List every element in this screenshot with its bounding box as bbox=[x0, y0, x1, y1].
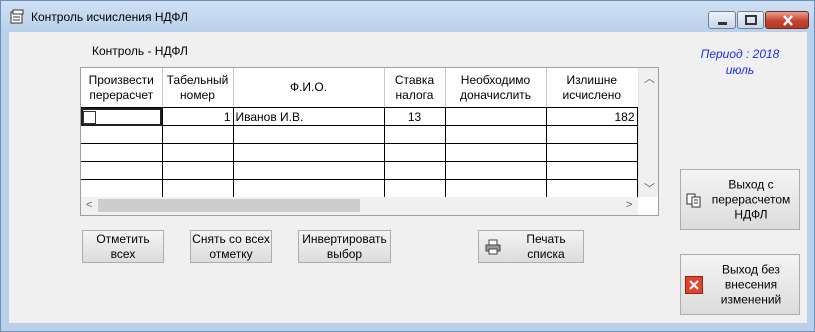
table-row[interactable]: 1 Иванов И.В. 13 182 bbox=[81, 107, 638, 126]
invert-label-1: Инвертировать bbox=[302, 231, 387, 246]
period-label: Период : 2018 июль bbox=[685, 46, 795, 78]
exit-no-changes-label-3: изменений bbox=[720, 292, 782, 306]
ndfl-grid[interactable]: Произвести перерасчет Табельный номер Ф.И.… bbox=[80, 67, 659, 216]
scroll-right-icon[interactable]: > bbox=[626, 199, 632, 211]
empty-cell[interactable] bbox=[162, 161, 234, 180]
maximize-button[interactable] bbox=[737, 11, 764, 29]
empty-cell[interactable] bbox=[233, 125, 385, 144]
empty-cell[interactable] bbox=[233, 143, 385, 162]
empty-cell[interactable] bbox=[81, 125, 163, 144]
exit-without-changes-button[interactable]: Выход без внесения изменений bbox=[680, 254, 800, 315]
excess-cell[interactable]: 182 bbox=[546, 107, 638, 126]
cancel-x-icon bbox=[685, 276, 703, 294]
empty-cell[interactable] bbox=[445, 125, 547, 144]
empty-cell[interactable] bbox=[445, 143, 547, 162]
rate-cell[interactable]: 13 bbox=[384, 107, 446, 126]
invert-label-2: выбор bbox=[326, 246, 363, 261]
column-header-excess[interactable]: Излишне исчислено bbox=[546, 68, 637, 108]
maximize-icon bbox=[745, 15, 757, 25]
empty-cell[interactable] bbox=[546, 125, 638, 144]
scroll-up-icon[interactable]: ︿ bbox=[644, 70, 655, 86]
printer-icon bbox=[485, 239, 501, 255]
column-header-recalc[interactable]: Произвести перерасчет bbox=[81, 68, 163, 108]
empty-cell[interactable] bbox=[162, 143, 234, 162]
empty-cell[interactable] bbox=[162, 125, 234, 144]
empty-cell[interactable] bbox=[384, 143, 446, 162]
vertical-scrollbar[interactable]: ︿ ﹀ bbox=[638, 68, 658, 197]
empty-cell[interactable] bbox=[445, 161, 547, 180]
tab-number-cell[interactable]: 1 bbox=[162, 107, 234, 126]
empty-cell[interactable] bbox=[81, 179, 163, 198]
client-area: Контроль - НДФЛ Период : 2018 июль Произ… bbox=[9, 32, 807, 323]
exit-no-changes-label-2: внесения bbox=[724, 277, 778, 291]
empty-cell[interactable] bbox=[233, 161, 385, 180]
close-button[interactable] bbox=[765, 11, 809, 29]
table-header-row: Произвести перерасчет Табельный номер Ф.И.… bbox=[81, 68, 637, 108]
select-all-button[interactable]: Отметить всех bbox=[82, 230, 164, 263]
fio-cell[interactable]: Иванов И.В. bbox=[233, 107, 385, 126]
horizontal-scrollbar[interactable]: < > bbox=[81, 197, 638, 215]
period-month: июль bbox=[725, 63, 755, 77]
scroll-left-icon[interactable]: < bbox=[86, 199, 92, 211]
recalc-checkbox[interactable] bbox=[83, 110, 96, 124]
exit-recalc-label-3: НДФЛ bbox=[734, 207, 768, 221]
column-header-need-add[interactable]: Необходимо доначислить bbox=[445, 68, 547, 108]
exit-with-recalc-button[interactable]: Выход с перерасчетом НДФЛ bbox=[680, 169, 800, 230]
empty-cell[interactable] bbox=[81, 161, 163, 180]
empty-cell[interactable] bbox=[162, 179, 234, 198]
empty-cell[interactable] bbox=[384, 161, 446, 180]
print-list-button[interactable]: Печать списка bbox=[478, 230, 584, 263]
empty-cell[interactable] bbox=[81, 143, 163, 162]
empty-cell[interactable] bbox=[233, 179, 385, 198]
select-all-label-1: Отметить bbox=[96, 231, 150, 246]
empty-cell[interactable] bbox=[546, 161, 638, 180]
app-icon bbox=[10, 9, 24, 24]
exit-no-changes-label-1: Выход без bbox=[722, 262, 780, 276]
horizontal-scroll-thumb[interactable] bbox=[98, 199, 360, 212]
recalc-checkbox-cell[interactable] bbox=[81, 107, 163, 126]
column-header-fio[interactable]: Ф.И.О. bbox=[233, 68, 385, 108]
need-add-cell[interactable] bbox=[445, 107, 547, 126]
minimize-icon bbox=[718, 22, 727, 25]
exit-recalc-label-1: Выход с bbox=[728, 177, 774, 191]
title-bar[interactable]: Контроль исчисления НДФЛ bbox=[1, 1, 814, 31]
clear-all-label-1: Снять со всех bbox=[192, 231, 270, 246]
copy-document-icon bbox=[686, 193, 701, 208]
control-label: Контроль - НДФЛ bbox=[92, 44, 188, 58]
scroll-down-icon[interactable]: ﹀ bbox=[644, 180, 655, 196]
table-row[interactable] bbox=[81, 125, 638, 144]
minimize-button[interactable] bbox=[708, 11, 736, 29]
table-row[interactable] bbox=[81, 161, 638, 180]
close-icon bbox=[783, 15, 793, 26]
clear-all-label-2: отметку bbox=[209, 246, 253, 261]
empty-cell[interactable] bbox=[445, 179, 547, 198]
clear-all-button[interactable]: Снять со всех отметку bbox=[190, 230, 272, 263]
exit-recalc-label-2: перерасчетом bbox=[711, 192, 791, 206]
table-row[interactable] bbox=[81, 143, 638, 162]
empty-cell[interactable] bbox=[546, 143, 638, 162]
print-label-1: Печать bbox=[526, 231, 566, 246]
ndfl-table: Произвести перерасчет Табельный номер Ф.И.… bbox=[81, 68, 638, 198]
empty-cell[interactable] bbox=[384, 125, 446, 144]
empty-cell[interactable] bbox=[546, 179, 638, 198]
main-window: Контроль исчисления НДФЛ Контроль - НДФЛ… bbox=[0, 0, 815, 332]
period-year: Период : 2018 bbox=[700, 47, 780, 61]
print-label-2: списка bbox=[527, 246, 565, 261]
invert-selection-button[interactable]: Инвертировать выбор bbox=[298, 230, 391, 263]
empty-cell[interactable] bbox=[384, 179, 446, 198]
table-row[interactable] bbox=[81, 179, 638, 198]
column-header-rate[interactable]: Ставка налога bbox=[384, 68, 446, 108]
select-all-label-2: всех bbox=[110, 246, 136, 261]
window-title: Контроль исчисления НДФЛ bbox=[31, 10, 188, 24]
column-header-tab-number[interactable]: Табельный номер bbox=[162, 68, 234, 108]
